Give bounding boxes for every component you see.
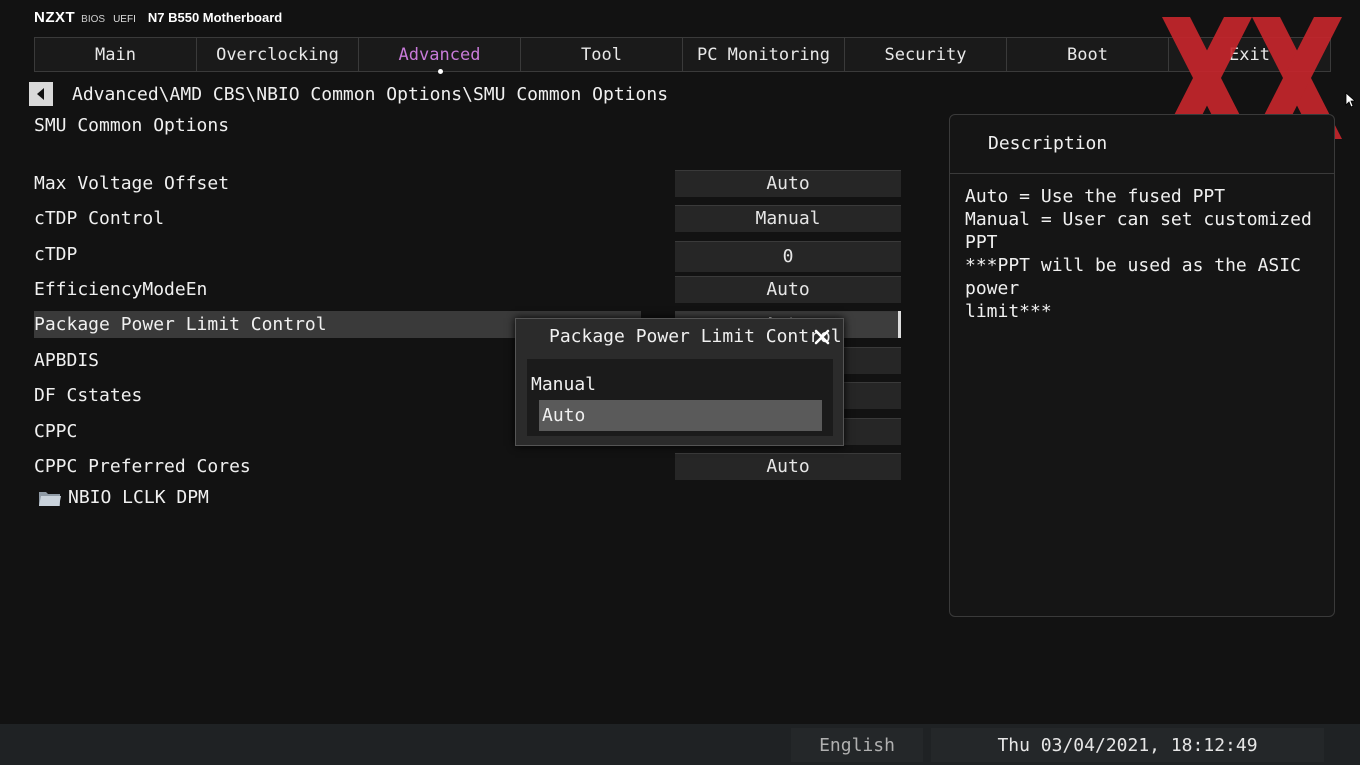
option-label: DF Cstates [34,385,143,406]
option-label: EfficiencyModeEn [34,279,208,300]
section-title: SMU Common Options [34,115,230,136]
description-text: Auto = Use the fused PPT Manual = User c… [965,185,1325,323]
description-line: limit*** [965,301,1052,322]
option-max-voltage-offset[interactable]: Max Voltage Offset [34,170,641,197]
dialog-option-auto[interactable]: Auto [539,400,822,431]
folder-icon [39,491,61,506]
mouse-cursor-icon [1345,92,1355,108]
option-label: Package Power Limit Control [34,314,327,335]
close-button[interactable] [812,327,832,347]
tab-boot[interactable]: Boot [1007,38,1169,71]
value-cppc-preferred-cores[interactable]: Auto [675,453,901,480]
option-select-dialog: Package Power Limit Control Manual Auto [515,318,844,446]
close-icon [814,329,830,345]
submenu-label: NBIO LCLK DPM [68,487,209,508]
date-time-display[interactable]: Thu 03/04/2021, 18:12:49 [931,728,1324,762]
value-ctdp[interactable]: 0 [675,241,901,272]
option-ctdp[interactable]: cTDP [34,241,641,268]
description-title: Description [988,133,1108,154]
description-line: ***PPT will be used as the ASIC power [965,255,1301,299]
dialog-title: Package Power Limit Control [549,326,842,347]
value-ctdp-control[interactable]: Manual [675,205,901,232]
dialog-option-manual[interactable]: Manual [528,369,811,400]
language-selector[interactable]: English [791,728,923,762]
tab-tool[interactable]: Tool [521,38,683,71]
tab-pc-monitoring[interactable]: PC Monitoring [683,38,845,71]
brand-bios: BIOS [81,14,106,25]
tab-main[interactable]: Main [35,38,197,71]
tab-security[interactable]: Security [845,38,1007,71]
brand-header: NZXT BIOS UEFI N7 B550 Motherboard [34,9,282,29]
tab-overclocking[interactable]: Overclocking [197,38,359,71]
back-button[interactable] [29,82,53,106]
arrow-left-icon [37,88,44,100]
description-line: Manual = User can set customized PPT [965,209,1312,253]
description-panel: Description Auto = Use the fused PPT Man… [949,114,1335,617]
option-ctdp-control[interactable]: cTDP Control [34,205,641,232]
submenu-nbio-lclk-dpm[interactable]: NBIO LCLK DPM [38,487,209,508]
brand-logo: NZXT [34,9,76,26]
option-label: APBDIS [34,350,100,371]
value-efficiencymodeen[interactable]: Auto [675,276,901,303]
option-cppc-preferred-cores[interactable]: CPPC Preferred Cores [34,453,641,480]
description-line: Auto = Use the fused PPT [965,186,1226,207]
option-label: cTDP Control [34,208,165,229]
tab-advanced[interactable]: Advanced [359,38,521,74]
value-max-voltage-offset[interactable]: Auto [675,170,901,197]
main-tab-bar: Main Overclocking Advanced Tool PC Monit… [34,37,1331,74]
option-label: Max Voltage Offset [34,173,230,194]
option-efficiencymodeen[interactable]: EfficiencyModeEn [34,276,641,303]
option-label: cTDP [34,244,78,265]
breadcrumb: Advanced\AMD CBS\NBIO Common Options\SMU… [72,84,669,105]
brand-uefi: UEFI [113,14,136,25]
brand-model: N7 B550 Motherboard [147,10,283,25]
option-label: CPPC Preferred Cores [34,456,251,477]
option-label: CPPC [34,421,78,442]
